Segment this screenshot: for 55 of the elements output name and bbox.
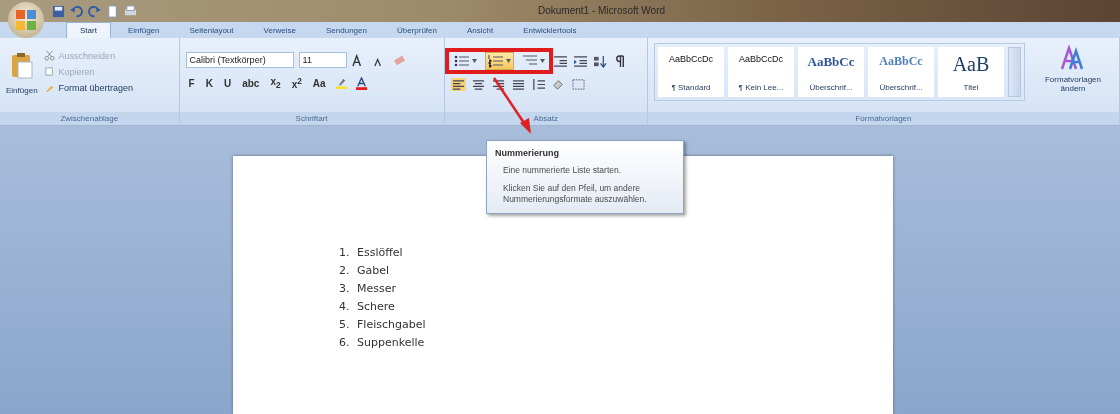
style-tile[interactable]: AaBbCc Überschrif...: [798, 47, 864, 97]
ribbon-tab[interactable]: Verweise: [250, 22, 309, 38]
style-preview: AaB: [952, 54, 990, 74]
ribbon-tab[interactable]: Entwicklertools: [510, 22, 590, 38]
style-preview: AaBbCcDc: [739, 54, 783, 64]
ribbon-tab[interactable]: Ansicht: [453, 22, 507, 38]
list-number: 3.: [339, 282, 351, 295]
format-button[interactable]: x$_{2}$: [267, 76, 284, 91]
change-styles-button[interactable]: Formatvorlagen ändern: [1033, 43, 1113, 112]
style-tile[interactable]: AaBbCc Überschrif...: [868, 47, 934, 97]
group-label: Zwischenablage: [0, 112, 179, 125]
style-tile[interactable]: AaB Titel: [938, 47, 1004, 97]
list-number: 1.: [339, 246, 351, 259]
window-title: Dokument1 - Microsoft Word: [538, 5, 666, 16]
style-name: ¶ Kein Lee...: [738, 83, 784, 92]
style-preview: AaBbCc: [807, 54, 855, 70]
style-name: Titel: [963, 83, 979, 92]
format-button[interactable]: x$^{2}$: [288, 76, 305, 91]
ribbon-tab[interactable]: Start: [66, 22, 111, 38]
group-label: Absatz: [444, 112, 647, 125]
clipboard-button[interactable]: Format übertragen: [43, 82, 134, 93]
format-button[interactable]: U: [220, 77, 235, 89]
list-item-text: Suppenkelle: [357, 336, 425, 349]
group-label: Formatvorlagen: [648, 112, 1119, 125]
paste-button[interactable]: Einfügen: [6, 42, 38, 112]
list-number: 5.: [339, 318, 351, 331]
tooltip-hint: Klicken Sie auf den Pfeil, um andere Nummerierungsformate auszuwählen.: [502, 183, 648, 205]
list-number: 6.: [339, 336, 351, 349]
format-button[interactable]: F: [185, 77, 198, 89]
format-button[interactable]: Aa: [309, 77, 329, 89]
ribbon-tab[interactable]: Sendungen: [313, 22, 380, 38]
font-family-field[interactable]: Calibri (Textkörper): [185, 52, 294, 68]
list-item-text: Messer: [357, 282, 396, 295]
font-size-field[interactable]: 11: [298, 52, 347, 68]
style-name: Überschrif...: [879, 83, 923, 92]
list-number: 4.: [339, 300, 351, 313]
style-name: ¶ Standard: [671, 83, 711, 92]
ribbon-tab[interactable]: Seitenlayout: [176, 22, 247, 38]
list-item-text: Gabel: [357, 264, 390, 277]
tooltip-description: Eine nummerierte Liste starten.: [502, 165, 623, 176]
list-item-text: Esslöffel: [357, 246, 403, 259]
list-number: 2.: [339, 264, 351, 277]
style-tile[interactable]: AaBbCcDc ¶ Standard: [658, 47, 724, 97]
ribbon-tab[interactable]: Einfügen: [114, 22, 173, 38]
ribbon-tab[interactable]: Überprüfen: [383, 22, 450, 38]
style-tile[interactable]: AaBbCcDc ¶ Kein Lee...: [728, 47, 794, 97]
group-label: Schriftart: [179, 112, 444, 125]
list-item-text: Schere: [357, 300, 395, 313]
tooltip-title: Nummerierung: [495, 148, 560, 158]
style-preview: AaBbCcDc: [669, 54, 713, 64]
style-preview: AaBbCc: [879, 54, 923, 69]
style-name: Überschrif...: [809, 83, 853, 92]
format-button[interactable]: abc: [239, 77, 263, 89]
format-button[interactable]: K: [202, 77, 216, 89]
list-item-text: Fleischgabel: [357, 318, 426, 331]
